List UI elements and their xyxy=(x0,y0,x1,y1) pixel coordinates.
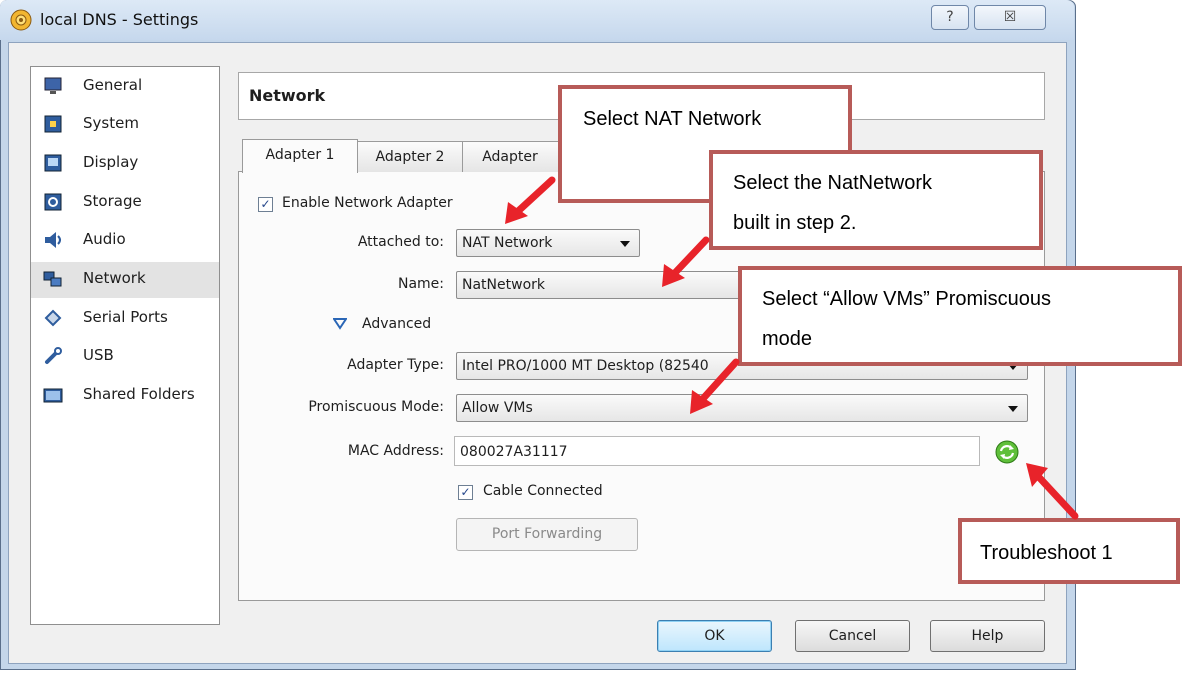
tab-adapter-3[interactable]: Adapter xyxy=(461,141,559,172)
sidebar-item-label: USB xyxy=(83,346,114,364)
folder-icon xyxy=(43,388,63,403)
expand-triangle-icon[interactable] xyxy=(333,318,347,330)
promiscuous-mode-label: Promiscuous Mode: xyxy=(308,399,444,415)
callout-text: Select NAT Network xyxy=(583,108,762,130)
help-button[interactable]: Help xyxy=(930,620,1045,652)
attached-to-select[interactable]: NAT Network xyxy=(456,229,640,257)
name-label: Name: xyxy=(397,276,444,292)
sidebar-item-audio[interactable]: Audio xyxy=(31,223,219,259)
enable-adapter-checkbox[interactable]: ✓ xyxy=(258,197,273,212)
cancel-button[interactable]: Cancel xyxy=(795,620,910,652)
callout-troubleshoot: Troubleshoot 1 xyxy=(958,518,1180,584)
sidebar-item-label: System xyxy=(83,114,139,132)
callout-text-line1: Select the NatNetwork xyxy=(733,172,932,194)
mac-address-label: MAC Address: xyxy=(347,443,444,459)
mac-address-input[interactable]: 080027A31117 xyxy=(454,436,980,466)
sidebar-item-system[interactable]: System xyxy=(31,107,219,143)
sidebar-item-label: General xyxy=(83,76,143,94)
attached-to-label: Attached to: xyxy=(357,234,444,250)
cable-connected-label: Cable Connected xyxy=(483,483,603,499)
sidebar-item-storage[interactable]: Storage xyxy=(31,185,219,221)
advanced-toggle[interactable]: Advanced xyxy=(362,316,431,332)
sidebar-item-label: Storage xyxy=(83,192,142,210)
callout-allow-vms: Select “Allow VMs” Promiscuous mode xyxy=(738,266,1182,366)
callout-select-natnetwork: Select the NatNetwork built in step 2. xyxy=(709,150,1043,250)
callout-text-line1: Select “Allow VMs” Promiscuous xyxy=(762,288,1051,310)
storage-icon xyxy=(44,193,62,211)
attached-to-value: NAT Network xyxy=(462,235,553,251)
virtualbox-app-icon xyxy=(10,9,32,31)
sidebar-item-label: Audio xyxy=(83,230,126,248)
usb-icon xyxy=(45,347,62,364)
callout-text-line2: built in step 2. xyxy=(733,212,857,234)
display-icon xyxy=(44,154,62,172)
chevron-down-icon xyxy=(1008,406,1018,412)
monitor-icon xyxy=(44,77,62,94)
page-title: Network xyxy=(249,86,326,105)
sidebar-item-general[interactable]: General xyxy=(31,69,219,105)
chevron-down-icon xyxy=(620,241,630,247)
window-title: local DNS - Settings xyxy=(40,10,199,29)
refresh-mac-icon[interactable] xyxy=(995,440,1019,464)
sidebar-item-label: Shared Folders xyxy=(83,385,195,403)
chip-icon xyxy=(44,115,62,133)
enable-adapter-label: Enable Network Adapter xyxy=(282,195,453,211)
network-icon xyxy=(43,271,62,287)
sidebar-item-label: Display xyxy=(83,153,139,171)
tab-adapter-1[interactable]: Adapter 1 xyxy=(242,139,358,173)
promiscuous-mode-select[interactable]: Allow VMs xyxy=(456,394,1028,422)
sidebar-item-label: Network xyxy=(83,269,146,287)
help-caption-button[interactable]: ? xyxy=(931,5,969,30)
sidebar-item-serial-ports[interactable]: Serial Ports xyxy=(31,301,219,337)
callout-text: Troubleshoot 1 xyxy=(980,542,1113,564)
tab-adapter-2[interactable]: Adapter 2 xyxy=(357,141,463,172)
sidebar-item-network[interactable]: Network xyxy=(31,262,219,298)
close-caption-button[interactable]: ☒ xyxy=(974,5,1046,30)
title-bar[interactable]: local DNS - Settings ? ☒ xyxy=(0,0,1074,40)
network-name-value: NatNetwork xyxy=(462,277,545,293)
adapter-type-value: Intel PRO/1000 MT Desktop (82540 xyxy=(462,358,709,374)
callout-text-line2: mode xyxy=(762,328,813,350)
port-forwarding-button[interactable]: Port Forwarding xyxy=(456,518,638,551)
promiscuous-mode-value: Allow VMs xyxy=(462,400,533,416)
settings-sidebar: General System Display Storage Audio Net… xyxy=(30,66,220,625)
serial-port-icon xyxy=(44,309,62,327)
ok-button[interactable]: OK xyxy=(657,620,772,652)
cable-connected-checkbox[interactable]: ✓ xyxy=(458,485,473,500)
adapter-type-label: Adapter Type: xyxy=(347,357,444,373)
sidebar-item-usb[interactable]: USB xyxy=(31,339,219,375)
sidebar-item-display[interactable]: Display xyxy=(31,146,219,182)
sidebar-item-label: Serial Ports xyxy=(83,308,168,326)
speaker-icon xyxy=(45,232,61,248)
sidebar-item-shared-folders[interactable]: Shared Folders xyxy=(31,378,219,414)
